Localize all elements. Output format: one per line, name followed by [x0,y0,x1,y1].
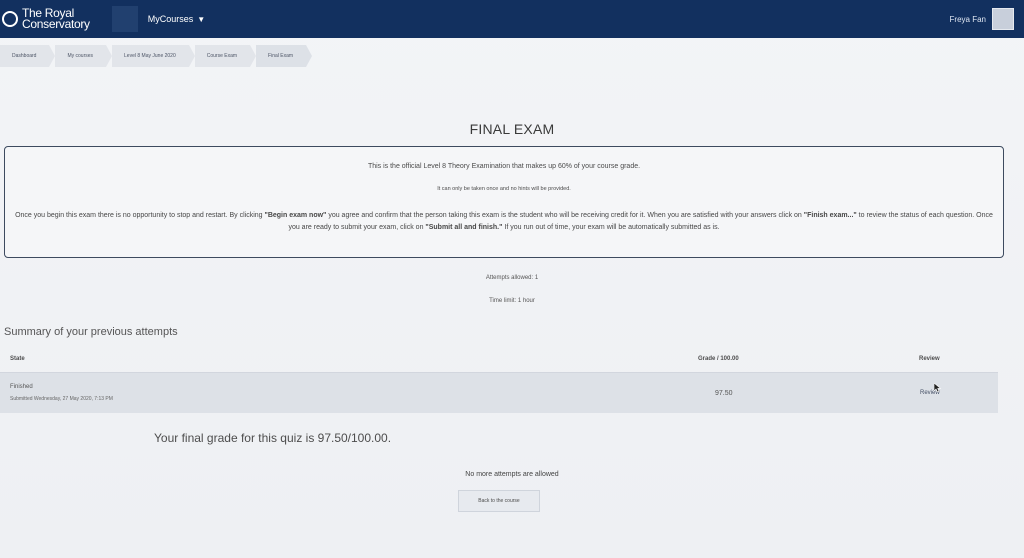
brand-logo[interactable]: The Royal Conservatory [2,7,90,31]
review-link[interactable]: Review [910,390,998,396]
attempt-submitted: Submitted Wednesday, 27 May 2020, 7:13 P… [10,396,113,402]
breadcrumb-item-course-exam[interactable]: Course Exam [194,45,257,67]
brand-name: The Royal Conservatory [22,7,90,31]
instructions-part-2: you agree and confirm that the person ta… [326,212,804,219]
begin-exam-phrase: "Begin exam now" [264,212,327,219]
user-menu[interactable]: Freya Fan [950,8,1014,30]
brand-line-2: Conservatory [22,17,90,31]
username: Freya Fan [949,14,986,24]
mouse-pointer-icon [934,383,942,392]
finish-exam-phrase: "Finish exam..." [803,212,857,219]
nav-square-icon [111,6,138,32]
exam-info-line-1: This is the official Level 8 Theory Exam… [367,163,641,170]
breadcrumb-item-final-exam[interactable]: Final Exam [256,45,313,67]
top-navbar: The Royal Conservatory MyCourses ▼ Freya… [0,0,1024,38]
page-title: FINAL EXAM [469,121,555,137]
breadcrumb-item-level-8[interactable]: Level 8 May June 2020 [112,45,195,67]
table-row: Finished Submitted Wednesday, 27 May 202… [0,373,998,413]
grade-column-header: Grade / 100.00 [698,356,739,362]
breadcrumb-item-dashboard[interactable]: Dashboard [0,45,56,67]
table-header-row: State Grade / 100.00 Review [0,346,998,373]
exam-info-line-2: It can only be taken once and no hints w… [437,186,571,192]
attempt-status: Finished [10,384,33,390]
state-column-header: State [10,356,25,362]
back-to-course-button[interactable]: Back to the course [458,490,540,512]
summary-heading: Summary of your previous attempts [4,326,178,338]
no-more-attempts-text: No more attempts are allowed [465,471,559,478]
attempt-grade: 97.50 [715,389,733,397]
review-column-header: Review [919,356,940,362]
breadcrumb-item-my-courses[interactable]: My courses [55,45,112,67]
breadcrumb: Dashboard My courses Level 8 May June 20… [0,45,313,67]
crest-icon [2,11,18,27]
exam-instructions: Once you begin this exam there is no opp… [15,210,993,234]
my-courses-menu[interactable]: MyCourses ▼ [148,14,205,24]
attempt-state: Finished Submitted Wednesday, 27 May 202… [0,384,688,402]
instructions-part-4: If you run out of time, your exam will b… [502,224,720,231]
exam-info-box: This is the official Level 8 Theory Exam… [4,146,1004,258]
attempts-allowed: Attempts allowed: 1 [485,275,539,281]
app-window: The Royal Conservatory MyCourses ▼ Freya… [0,0,1024,558]
avatar [992,8,1014,30]
my-courses-label: MyCourses [147,14,194,24]
time-limit: Time limit: 1 hour [489,298,535,304]
final-grade-text: Your final grade for this quiz is 97.50/… [154,431,392,445]
instructions-part-1: Once you begin this exam there is no opp… [15,212,265,219]
attempts-table: State Grade / 100.00 Review Finished Sub… [0,346,998,413]
chevron-down-icon: ▼ [197,14,206,24]
submit-all-phrase: "Submit all and finish." [425,224,503,231]
